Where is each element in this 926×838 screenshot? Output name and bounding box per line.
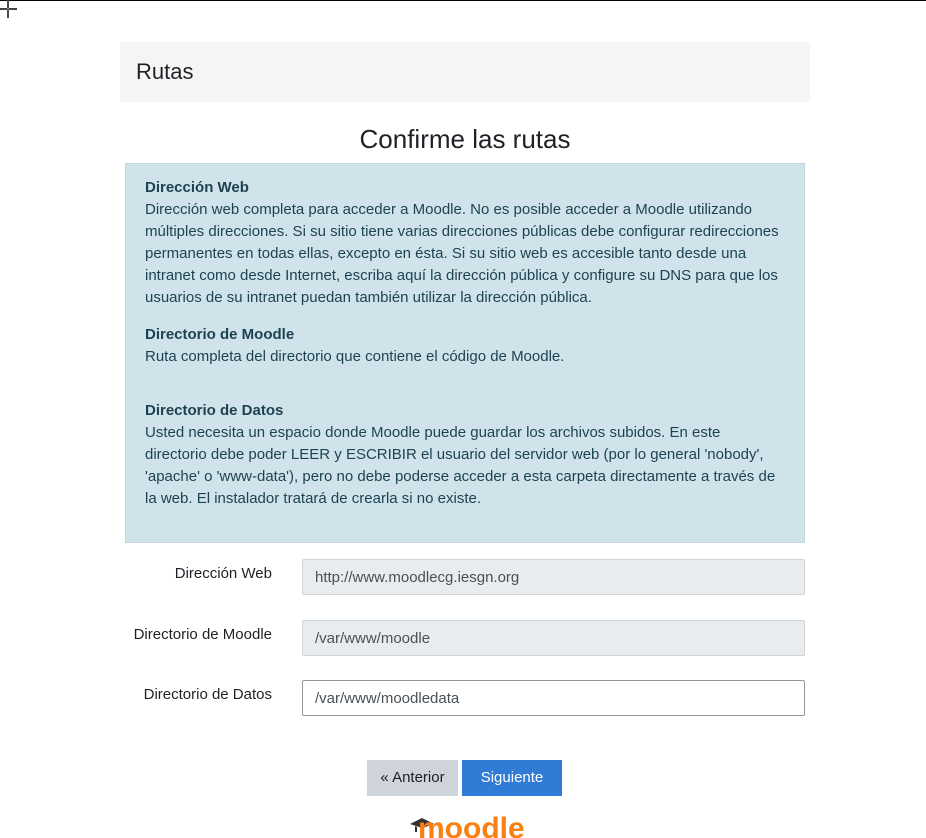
web-address-label: Dirección Web (174, 565, 272, 582)
data-directory-label: Directorio de Datos (143, 686, 272, 703)
info-block-moodle: Directorio de Moodle Ruta completa del d… (145, 324, 785, 368)
form-row-web: Dirección Web (120, 559, 810, 595)
top-border (0, 0, 926, 1)
page-title: Rutas (136, 59, 194, 84)
info-box: Dirección Web Dirección web completa par… (125, 163, 805, 543)
data-directory-input[interactable] (302, 680, 805, 716)
crosshair-cursor-icon (0, 0, 17, 18)
info-title-web: Dirección Web (145, 179, 249, 196)
info-text-web: Dirección web completa para acceder a Mo… (145, 201, 779, 306)
form-row-moodle: Directorio de Moodle (120, 620, 810, 656)
info-block-web: Dirección Web Dirección web completa par… (145, 177, 785, 309)
form-row-data: Directorio de Datos (120, 680, 810, 716)
info-block-data: Directorio de Datos Usted necesita un es… (145, 400, 785, 510)
info-title-moodle: Directorio de Moodle (145, 326, 295, 343)
page-header: Rutas (120, 42, 810, 102)
next-button[interactable]: Siguiente » (462, 760, 562, 822)
moodle-directory-input[interactable] (302, 620, 805, 656)
previous-button[interactable]: « Anterior (367, 760, 458, 796)
info-title-data: Directorio de Datos (145, 402, 284, 419)
moodle-directory-label: Directorio de Moodle (133, 626, 272, 643)
logo-text: moodle (418, 812, 524, 838)
section-heading: Confirme las rutas (359, 124, 571, 154)
info-text-data: Usted necesita un espacio donde Moodle p… (145, 424, 776, 507)
web-address-input[interactable] (302, 559, 805, 595)
info-text-moodle: Ruta completa del directorio que contien… (145, 348, 565, 365)
